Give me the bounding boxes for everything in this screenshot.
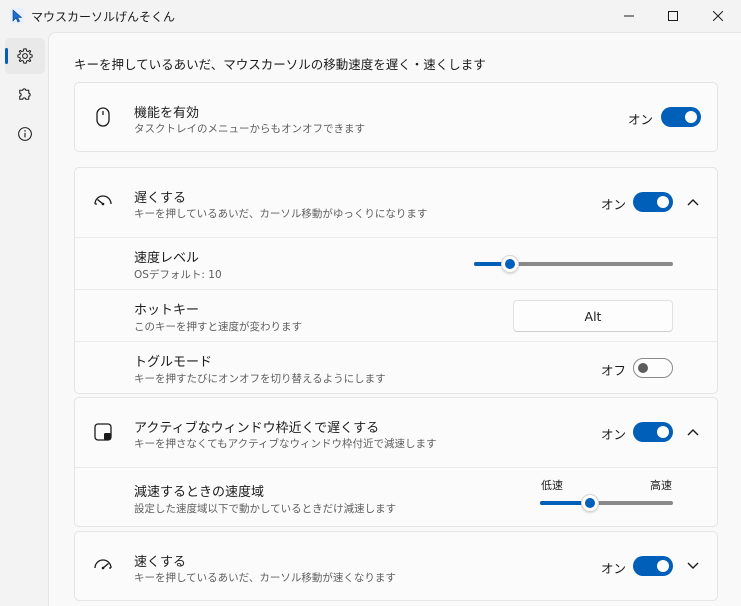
- speed-level-slider[interactable]: [474, 254, 673, 274]
- maximize-icon: [668, 11, 678, 21]
- puzzle-icon: [19, 88, 31, 100]
- toggle-knob: [657, 196, 669, 208]
- speed-level-subtitle: OSデフォルト: 10: [134, 269, 222, 281]
- enable-row: 機能を有効 タスクトレイのメニューからもオンオフできます オン: [75, 83, 717, 151]
- toggle-knob: [657, 426, 669, 438]
- window-corner-icon: [93, 422, 113, 442]
- toggle-mode-state: オフ: [601, 363, 627, 378]
- enable-title: 機能を有効: [134, 106, 200, 121]
- toggle-knob: [657, 560, 669, 572]
- enable-toggle[interactable]: [661, 107, 701, 127]
- window-edge-toggle-state: オン: [601, 427, 627, 442]
- gear-icon: [17, 48, 33, 64]
- slider-thumb[interactable]: [581, 494, 599, 512]
- toggle-knob: [685, 111, 697, 123]
- hotkey-button[interactable]: Alt: [513, 300, 673, 332]
- window-edge-toggle[interactable]: [633, 422, 673, 442]
- window-edge-header-row[interactable]: アクティブなウィンドウ枠近くで遅くする キーを押さなくてもアクティブなウィンドウ…: [75, 398, 717, 467]
- speed-range-title: 減速するときの速度域: [134, 485, 265, 500]
- toggle-mode-toggle[interactable]: [633, 358, 673, 378]
- speed-range-row: 減速するときの速度域 設定した速度域以下で動かしているときだけ減速します 低速 …: [75, 467, 717, 526]
- mouse-icon: [93, 107, 113, 127]
- cursor-app-icon: [10, 8, 24, 24]
- slider-thumb[interactable]: [501, 255, 519, 273]
- window-title: マウスカーソルげんそくん: [31, 10, 176, 24]
- hotkey-row: ホットキー このキーを押すと速度が変わります Alt: [75, 289, 717, 341]
- slow-title: 遅くする: [134, 191, 187, 206]
- enable-card: 機能を有効 タスクトレイのメニューからもオンオフできます オン: [74, 82, 718, 152]
- window-edge-subtitle: キーを押さなくてもアクティブなウィンドウ枠付近で減速します: [134, 438, 437, 450]
- minimize-button[interactable]: [606, 0, 652, 32]
- title-bar: マウスカーソルげんそくん: [0, 0, 741, 32]
- slow-card: 遅くする キーを押しているあいだ、カーソル移動がゆっくりになります オン 速度レ…: [74, 167, 718, 394]
- toggle-mode-title: トグルモード: [134, 355, 213, 370]
- toggle-mode-row: トグルモード キーを押すたびにオンオフを切り替えるようにします オフ: [75, 341, 717, 393]
- hotkey-title: ホットキー: [134, 303, 200, 318]
- speed-range-subtitle: 設定した速度域以下で動かしているときだけ減速します: [134, 503, 397, 515]
- range-high-label: 高速: [650, 479, 672, 492]
- chevron-up-icon[interactable]: [685, 424, 701, 440]
- window-edge-card: アクティブなウィンドウ枠近くで遅くする キーを押さなくてもアクティブなウィンドウ…: [74, 397, 718, 527]
- speed-range-slider[interactable]: [540, 493, 673, 513]
- selection-indicator: [5, 48, 8, 64]
- hotkey-subtitle: このキーを押すと速度が変わります: [134, 321, 302, 333]
- chevron-up-icon[interactable]: [685, 194, 701, 210]
- chevron-down-icon[interactable]: [685, 558, 701, 574]
- speed-level-row: 速度レベル OSデフォルト: 10: [75, 237, 717, 289]
- fast-header-row[interactable]: 速くする キーを押しているあいだ、カーソル移動が速くなります オン: [75, 532, 717, 600]
- slow-subtitle: キーを押しているあいだ、カーソル移動がゆっくりになります: [134, 208, 428, 220]
- close-icon: [713, 11, 723, 21]
- sidebar: [0, 32, 48, 606]
- sidebar-item-extensions[interactable]: [5, 76, 45, 112]
- info-icon: [18, 127, 32, 141]
- close-button[interactable]: [695, 0, 741, 32]
- page-description: キーを押しているあいだ、マウスカーソルの移動速度を遅く・速くします: [74, 57, 486, 72]
- fast-toggle-state: オン: [601, 561, 627, 576]
- speedometer-fast-icon: [93, 556, 113, 576]
- speed-level-title: 速度レベル: [134, 251, 200, 266]
- window-edge-title: アクティブなウィンドウ枠近くで遅くする: [134, 421, 380, 436]
- slow-toggle-state: オン: [601, 197, 627, 212]
- sidebar-item-about[interactable]: [5, 116, 45, 152]
- enable-toggle-state: オン: [628, 112, 654, 127]
- slow-toggle[interactable]: [633, 192, 673, 212]
- maximize-button[interactable]: [650, 0, 696, 32]
- toggle-knob: [638, 363, 648, 373]
- toggle-mode-subtitle: キーを押すたびにオンオフを切り替えるようにします: [134, 373, 386, 385]
- speedometer-slow-icon: [93, 192, 113, 212]
- fast-subtitle: キーを押しているあいだ、カーソル移動が速くなります: [134, 572, 396, 584]
- range-low-label: 低速: [541, 479, 563, 492]
- sidebar-item-settings[interactable]: [5, 38, 45, 74]
- fast-toggle[interactable]: [633, 556, 673, 576]
- fast-title: 速くする: [134, 555, 187, 570]
- fast-card: 速くする キーを押しているあいだ、カーソル移動が速くなります オン: [74, 531, 718, 601]
- minimize-icon: [624, 15, 634, 17]
- slow-header-row[interactable]: 遅くする キーを押しているあいだ、カーソル移動がゆっくりになります オン: [75, 168, 717, 237]
- enable-subtitle: タスクトレイのメニューからもオンオフできます: [134, 123, 365, 135]
